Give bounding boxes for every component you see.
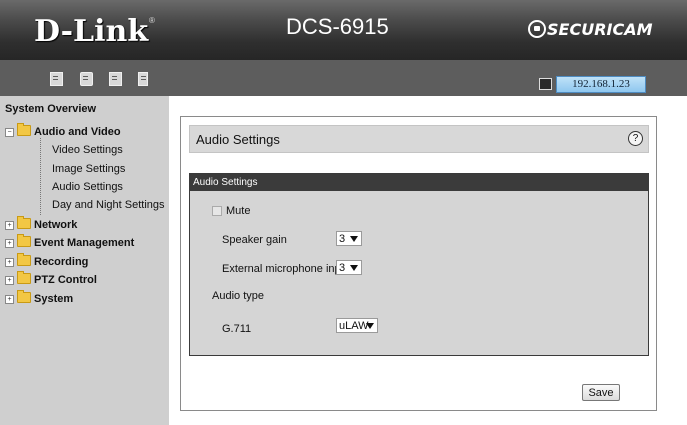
folder-icon — [17, 216, 31, 229]
g711-codec-select[interactable]: uLAW — [336, 318, 378, 333]
section-header: Audio Settings — [190, 174, 648, 191]
sidebar-item-audio-and-video[interactable]: − Audio and Video — [5, 123, 121, 138]
collapse-icon[interactable]: − — [5, 128, 14, 137]
dropdown-arrow-icon — [350, 236, 358, 242]
folder-open-icon — [17, 123, 31, 136]
setup-icon[interactable] — [80, 72, 93, 86]
dropdown-arrow-icon — [350, 265, 358, 271]
g711-label: G.711 — [222, 323, 252, 335]
sidebar-item-system[interactable]: + System — [5, 290, 74, 305]
expand-icon[interactable]: + — [5, 276, 14, 285]
sidebar-item-image-settings[interactable]: Image Settings — [52, 163, 125, 175]
header-bar: D-Link ® DCS-6915 SECURICAM — [0, 0, 687, 60]
network-icon — [539, 78, 552, 90]
codec-value: uLAW — [339, 320, 369, 332]
ip-address-display: 192.168.1.23 — [556, 76, 646, 93]
folder-icon — [17, 234, 31, 247]
expand-icon[interactable]: + — [5, 239, 14, 248]
audio-settings-section: Audio Settings Mute Speaker gain 3 Exter… — [189, 173, 649, 356]
sidebar-item-audio-settings[interactable]: Audio Settings — [52, 181, 123, 193]
folder-icon — [17, 290, 31, 303]
speaker-gain-label: Speaker gain — [222, 234, 287, 246]
content-frame: Audio Settings ? Audio Settings Mute Spe… — [180, 116, 657, 411]
lock-icon — [528, 20, 546, 38]
external-mic-select[interactable]: 3 — [336, 260, 362, 275]
sidebar-item-label: PTZ Control — [34, 274, 97, 286]
dropdown-arrow-icon — [366, 323, 374, 329]
logout-icon[interactable] — [138, 72, 148, 86]
sidebar-item-video-settings[interactable]: Video Settings — [52, 144, 123, 156]
sidebar-item-event-management[interactable]: + Event Management — [5, 234, 135, 249]
save-button[interactable]: Save — [582, 384, 620, 401]
page-title-bar: Audio Settings ? — [189, 125, 649, 153]
sidebar-item-day-night-settings[interactable]: Day and Night Settings — [52, 199, 165, 211]
expand-icon[interactable]: + — [5, 221, 14, 230]
sidebar-item-recording[interactable]: + Recording — [5, 253, 89, 268]
speaker-gain-select[interactable]: 3 — [336, 231, 362, 246]
sidebar-item-ptz-control[interactable]: + PTZ Control — [5, 271, 97, 286]
mute-label: Mute — [226, 205, 251, 217]
audio-type-label: Audio type — [212, 290, 264, 302]
mute-checkbox[interactable] — [212, 206, 222, 216]
external-mic-value: 3 — [339, 262, 346, 274]
external-mic-label: External microphone input — [222, 263, 350, 275]
sidebar: System Overview − Audio and Video Video S… — [0, 96, 169, 425]
sidebar-item-label: Event Management — [34, 237, 135, 249]
sidebar-item-system-overview[interactable]: System Overview — [5, 103, 96, 115]
sidebar-item-label: Recording — [34, 256, 89, 268]
folder-icon — [17, 271, 31, 284]
sidebar-item-label: System — [34, 293, 74, 305]
sidebar-item-label: Network — [34, 219, 78, 231]
live-view-icon[interactable] — [50, 72, 63, 86]
logo-registered-mark: ® — [149, 16, 155, 25]
page-title: Audio Settings — [196, 132, 280, 147]
speaker-gain-value: 3 — [339, 233, 346, 245]
expand-icon[interactable]: + — [5, 295, 14, 304]
tree-connector — [40, 138, 42, 215]
sidebar-item-label: Audio and Video — [34, 126, 121, 138]
section-title: Audio Settings — [193, 177, 258, 188]
dlink-logo: D-Link — [34, 14, 149, 49]
sidebar-item-network[interactable]: + Network — [5, 216, 78, 231]
folder-icon — [17, 253, 31, 266]
expand-icon[interactable]: + — [5, 258, 14, 267]
maintenance-icon[interactable] — [109, 72, 122, 86]
securicam-logo: SECURICAM — [528, 20, 653, 39]
brand-text: SECURICAM — [547, 20, 653, 39]
help-icon[interactable]: ? — [628, 131, 643, 146]
model-name: DCS-6915 — [286, 14, 389, 39]
